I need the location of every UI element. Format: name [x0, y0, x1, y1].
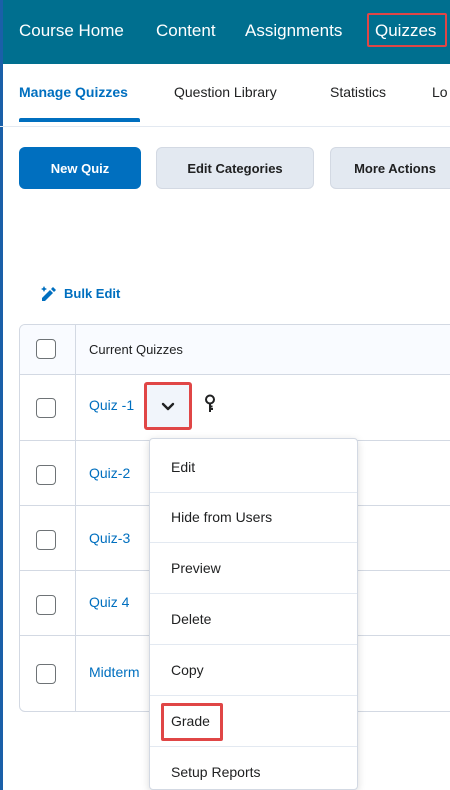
- row-check-cell: [20, 571, 76, 635]
- more-actions-button[interactable]: More Actions: [330, 147, 450, 189]
- chevron-down-icon: [161, 402, 175, 411]
- quiz-actions-dropdown-button[interactable]: [144, 382, 192, 430]
- menu-item-setup-reports[interactable]: Setup Reports: [150, 748, 357, 789]
- menu-item-label: Setup Reports: [171, 764, 261, 780]
- header-check-cell: [20, 325, 76, 374]
- quiz-link[interactable]: Midterm: [89, 664, 140, 680]
- row-check-cell: [20, 506, 76, 570]
- quiz-link[interactable]: Quiz -1: [89, 397, 134, 413]
- tab-statistics[interactable]: Statistics: [330, 84, 386, 100]
- row-check-cell: [20, 636, 76, 711]
- tab-logs[interactable]: Lo: [432, 84, 448, 100]
- menu-item-label: Delete: [171, 611, 212, 627]
- menu-item-copy[interactable]: Copy: [150, 646, 357, 696]
- row-checkbox[interactable]: [36, 530, 56, 550]
- quiz-tabs: Manage Quizzes Question Library Statisti…: [0, 64, 450, 127]
- quiz-link[interactable]: Quiz-3: [89, 530, 130, 546]
- quizzes-highlight-box: [367, 13, 447, 47]
- table-row: Quiz -1: [20, 375, 450, 441]
- menu-item-delete[interactable]: Delete: [150, 595, 357, 645]
- bulk-edit-link[interactable]: Bulk Edit: [40, 284, 120, 302]
- menu-item-preview[interactable]: Preview: [150, 544, 357, 594]
- new-quiz-button[interactable]: New Quiz: [19, 147, 141, 189]
- nav-content[interactable]: Content: [156, 18, 216, 44]
- select-all-checkbox[interactable]: [36, 339, 56, 359]
- menu-item-label: Copy: [171, 662, 204, 678]
- menu-item-hide-from-users[interactable]: Hide from Users: [150, 493, 357, 543]
- nav-course-home[interactable]: Course Home: [19, 18, 124, 44]
- nav-assignments[interactable]: Assignments: [245, 18, 342, 44]
- course-navbar: Course Home Content Assignments Quizzes: [3, 0, 450, 64]
- table-header-row: Current Quizzes: [20, 325, 450, 375]
- menu-item-label: Preview: [171, 560, 221, 576]
- bulk-edit-label: Bulk Edit: [64, 285, 121, 301]
- edit-categories-button[interactable]: Edit Categories: [156, 147, 314, 189]
- row-checkbox[interactable]: [36, 465, 56, 485]
- key-icon: [205, 394, 215, 412]
- column-header-current-quizzes: Current Quizzes: [89, 342, 183, 357]
- row-check-cell: [20, 375, 76, 440]
- grade-highlight-box: [161, 703, 223, 741]
- active-tab-indicator: [19, 118, 140, 122]
- menu-item-label: Edit: [171, 459, 196, 475]
- row-checkbox[interactable]: [36, 398, 56, 418]
- bulk-edit-icon: [41, 286, 56, 301]
- quiz-link[interactable]: Quiz 4: [89, 594, 129, 610]
- menu-item-label: Hide from Users: [171, 509, 273, 525]
- row-check-cell: [20, 441, 76, 505]
- tab-manage-quizzes[interactable]: Manage Quizzes: [19, 84, 128, 100]
- tab-question-library[interactable]: Question Library: [174, 84, 277, 100]
- quiz-link[interactable]: Quiz-2: [89, 465, 130, 481]
- menu-item-edit[interactable]: Edit: [150, 443, 357, 493]
- row-checkbox[interactable]: [36, 664, 56, 684]
- row-checkbox[interactable]: [36, 595, 56, 615]
